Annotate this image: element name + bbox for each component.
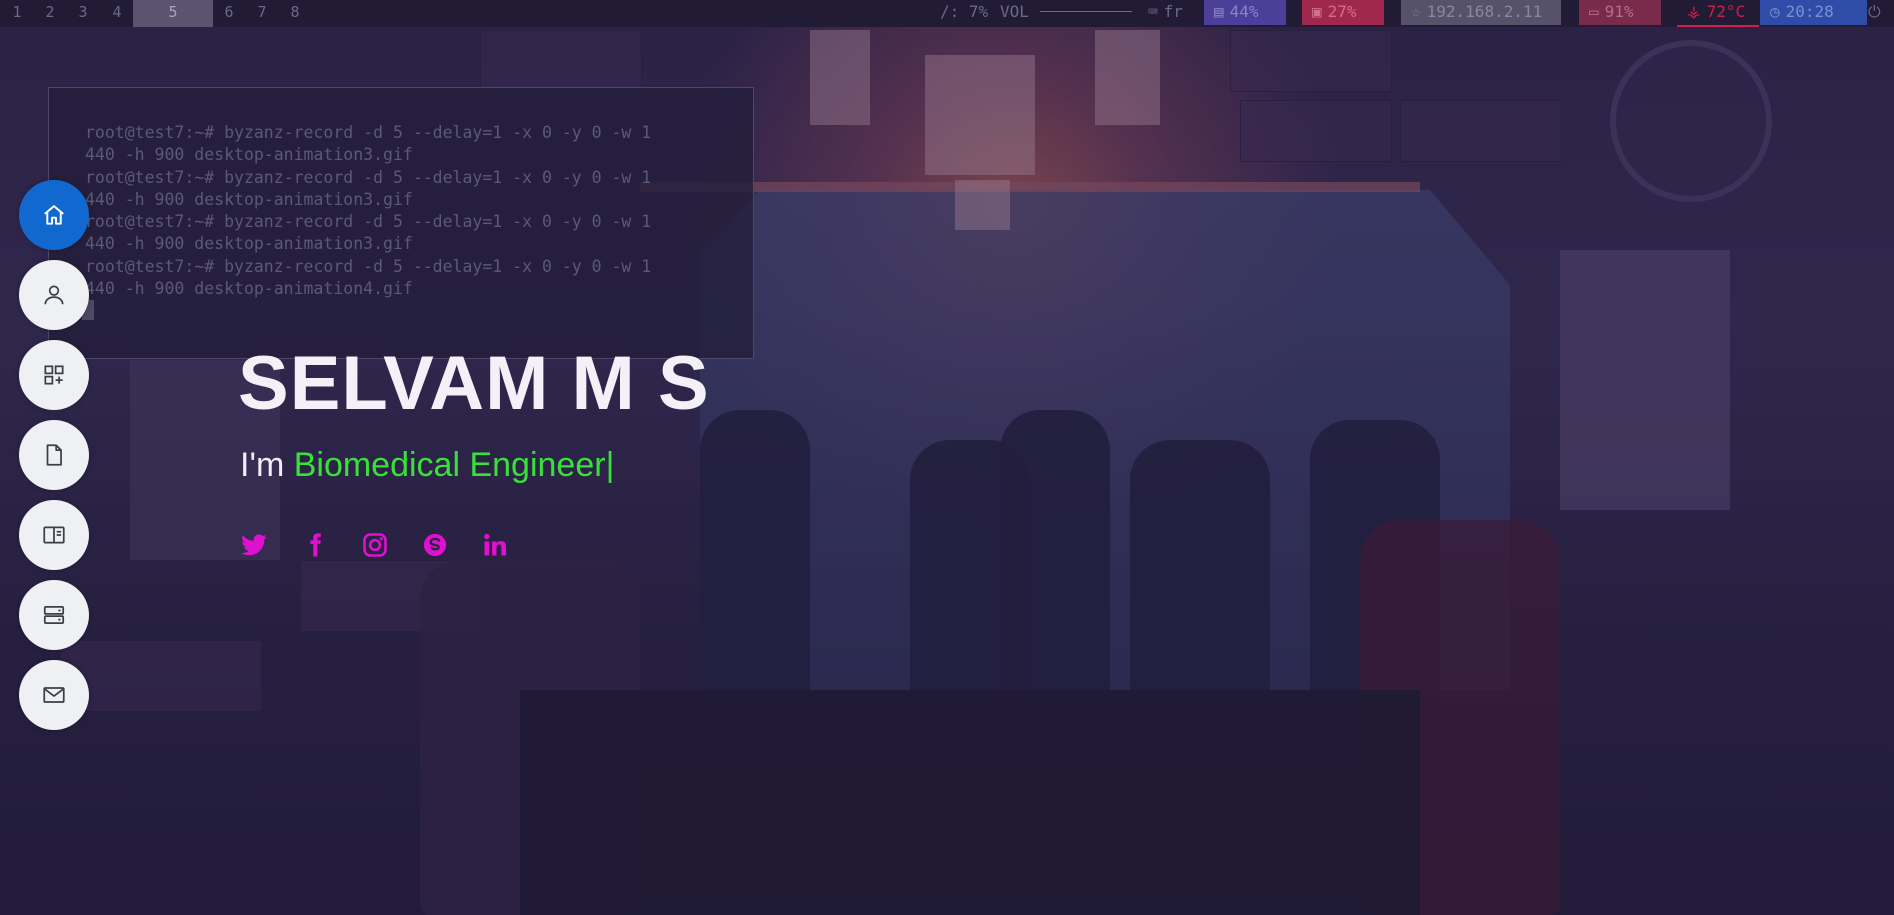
disk-usage: /: 7% — [940, 2, 989, 21]
keyboard-layout: ⌨ fr — [1138, 0, 1193, 25]
clock-value: 20:28 — [1785, 2, 1834, 21]
battery-value: 91% — [1604, 2, 1634, 21]
temperature-status: ⚶ 72°C — [1677, 0, 1759, 27]
hero-role: Biomedical Engineer — [293, 446, 606, 484]
hero-subtitle: I'm Biomedical Engineer| — [240, 446, 614, 485]
mail-icon — [43, 687, 65, 703]
workspace-3[interactable]: 3 — [68, 0, 98, 27]
terminal-output: root@test7:~# byzanz-record -d 5 --delay… — [85, 123, 652, 299]
nav-portfolio-button[interactable] — [19, 500, 89, 570]
memory-icon: ▤ — [1214, 2, 1224, 21]
document-icon — [46, 444, 62, 466]
apps-add-icon — [44, 365, 64, 385]
cpu-icon: ▣ — [1312, 2, 1322, 21]
linkedin-link[interactable] — [478, 528, 512, 562]
typing-caret: | — [605, 446, 615, 484]
workspace-5[interactable]: 5 — [133, 0, 213, 27]
power-icon[interactable]: ⏻ — [1858, 0, 1891, 25]
cpu-usage: ▣ 27% — [1302, 0, 1384, 25]
book-icon — [43, 526, 65, 544]
clock-icon: ◷ — [1770, 2, 1780, 21]
server-icon — [43, 606, 65, 624]
hero-name: SELVAM M S — [238, 341, 710, 426]
cpu-value: 27% — [1327, 2, 1357, 21]
memory-usage: ▤ 44% — [1204, 0, 1286, 25]
workspace-4[interactable]: 4 — [102, 0, 132, 27]
battery-icon: ▭ — [1589, 2, 1599, 21]
workspace-8[interactable]: 8 — [280, 0, 310, 27]
twitter-link[interactable] — [237, 528, 271, 562]
workspace-2[interactable]: 2 — [35, 0, 65, 27]
memory-value: 44% — [1229, 2, 1259, 21]
facebook-icon — [310, 533, 321, 557]
ip-address: 192.168.2.11 — [1426, 2, 1543, 21]
battery-status: ▭ 91% — [1579, 0, 1661, 25]
instagram-icon — [363, 533, 387, 557]
user-icon — [44, 285, 64, 305]
skype-link[interactable] — [418, 528, 452, 562]
volume-slider[interactable] — [1040, 11, 1132, 12]
twitter-icon — [241, 534, 267, 556]
skype-icon — [423, 533, 447, 557]
workspace-1[interactable]: 1 — [2, 0, 32, 27]
keyboard-layout-value: fr — [1163, 2, 1183, 21]
keyboard-icon: ⌨ — [1148, 2, 1158, 21]
facebook-link[interactable] — [298, 528, 332, 562]
nav-skills-button[interactable] — [19, 580, 89, 650]
temperature-value: 72°C — [1706, 2, 1746, 21]
volume-label: VOL — [1000, 2, 1029, 21]
workspace-6[interactable]: 6 — [214, 0, 244, 27]
thermometer-icon: ⚶ — [1687, 2, 1701, 21]
home-icon — [44, 205, 64, 225]
linkedin-icon — [484, 533, 507, 556]
workspace-7[interactable]: 7 — [247, 0, 277, 27]
nav-contact-button[interactable] — [19, 660, 89, 730]
status-bar: 1 2 3 4 5 6 7 8 /: 7% VOL ⌨ fr ▤ 44% ▣ 27% … — [0, 0, 1894, 27]
hero-prefix: I'm — [240, 446, 294, 484]
clock: ◷ 20:28 — [1760, 0, 1867, 25]
instagram-link[interactable] — [358, 528, 392, 562]
nav-resume-button[interactable] — [19, 420, 89, 490]
nav-services-button[interactable] — [19, 340, 89, 410]
network-icon: ☆ — [1411, 2, 1421, 21]
terminal-window[interactable]: root@test7:~# byzanz-record -d 5 --delay… — [48, 87, 754, 359]
nav-home-button[interactable] — [19, 180, 89, 250]
network-status: ☆ 192.168.2.11 — [1401, 0, 1561, 25]
nav-about-button[interactable] — [19, 260, 89, 330]
